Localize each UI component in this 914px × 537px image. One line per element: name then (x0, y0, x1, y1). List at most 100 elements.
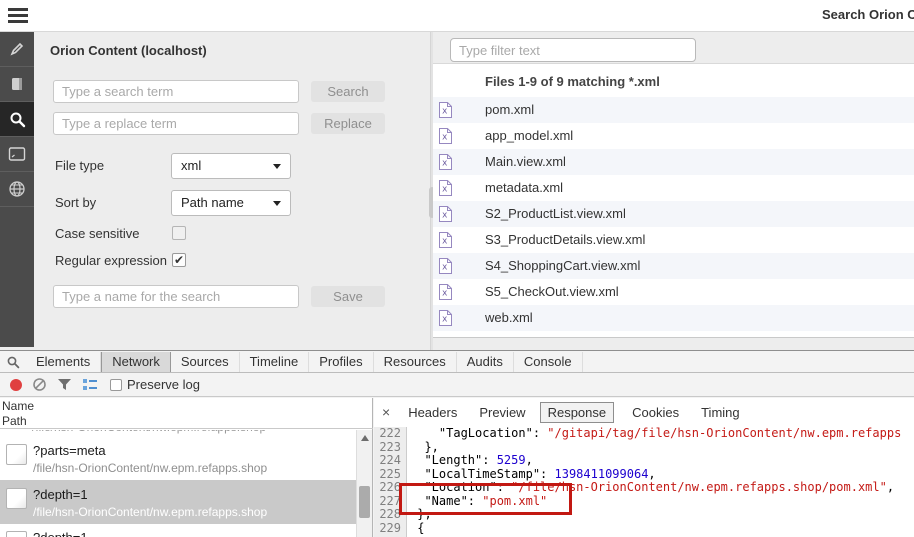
book-icon (12, 78, 22, 90)
case-sensitive-label: Case sensitive (55, 226, 140, 241)
tab-sources[interactable]: Sources (171, 352, 240, 372)
response-body: 222 223 224 225 226 227 228 229 "TagLocation": … (374, 427, 914, 537)
file-type-value: xml (181, 158, 202, 173)
panel-title: Orion Content (localhost) (50, 43, 207, 58)
results-header: Files 1-9 of 9 matching *.xml (485, 74, 660, 89)
request-name: ?depth=1 (33, 486, 88, 502)
preserve-log-label: Preserve log (127, 377, 200, 392)
network-request-row[interactable]: ?depth=1/file/hsn-OrionContent/nw.epm.re… (0, 479, 356, 524)
sidebar-item-edit[interactable] (0, 32, 34, 67)
replace-term-input[interactable] (53, 112, 299, 135)
tab-timeline[interactable]: Timeline (240, 352, 310, 372)
record-button[interactable] (10, 378, 22, 391)
case-sensitive-checkbox[interactable] (172, 226, 186, 240)
file-name[interactable]: metadata.xml (485, 180, 563, 195)
xml-file-icon: x (439, 102, 452, 118)
filter-button[interactable] (57, 378, 72, 391)
file-row[interactable]: x web.xml (433, 305, 914, 331)
save-search-name-input[interactable] (53, 285, 299, 308)
search-term-input[interactable] (53, 80, 299, 103)
file-row[interactable]: x S4_ShoppingCart.view.xml (433, 253, 914, 279)
pencil-icon (10, 42, 24, 56)
file-name[interactable]: S5_CheckOut.view.xml (485, 284, 619, 299)
file-row[interactable]: x S2_ProductList.view.xml (433, 201, 914, 227)
request-detail-panel: × Headers Preview Response Cookies Timing 22… (374, 398, 914, 537)
xml-file-icon: x (439, 310, 452, 326)
search-button[interactable]: Search (311, 81, 385, 102)
tab-console[interactable]: Console (514, 352, 583, 372)
response-code: "TagLocation": "/gitapi/tag/file/hsn-Ori… (410, 427, 902, 535)
detail-tab-response[interactable]: Response (539, 401, 615, 423)
chevron-down-icon (273, 201, 281, 206)
file-name[interactable]: Main.view.xml (485, 154, 566, 169)
save-button[interactable]: Save (311, 286, 385, 307)
preserve-log-toggle[interactable]: Preserve log (110, 377, 200, 392)
tab-elements[interactable]: Elements (26, 352, 102, 372)
detail-tab-timing[interactable]: Timing (697, 403, 744, 422)
network-rows-viewport: /file/hsn-OrionContent/nw.epm.refapps.sh… (0, 430, 373, 537)
file-name[interactable]: app_model.xml (485, 128, 573, 143)
filter-input[interactable] (450, 38, 696, 62)
detail-tab-preview[interactable]: Preview (475, 403, 529, 422)
file-row[interactable]: x S3_ProductDetails.view.xml (433, 227, 914, 253)
devtools-toolbar: Preserve log (0, 373, 914, 397)
svg-text:x: x (442, 185, 448, 195)
sort-by-dropdown[interactable]: Path name (171, 190, 291, 216)
sidebar-item-search[interactable] (0, 102, 34, 137)
sidebar-item-repositories[interactable] (0, 67, 34, 102)
sidebar-item-sites[interactable] (0, 172, 34, 207)
results-panel: Files 1-9 of 9 matching *.xml x pom.xml … (433, 32, 914, 350)
svg-text:x: x (442, 237, 448, 247)
detail-tab-cookies[interactable]: Cookies (628, 403, 683, 422)
document-icon (6, 487, 27, 509)
preserve-log-checkbox[interactable] (110, 378, 122, 391)
devtools-search-icon[interactable] (0, 352, 26, 372)
svg-text:x: x (442, 263, 448, 273)
list-rows-icon (83, 379, 97, 390)
file-row[interactable]: x pom.xml (433, 97, 914, 123)
file-row[interactable]: x metadata.xml (433, 175, 914, 201)
detail-tab-headers[interactable]: Headers (404, 403, 461, 422)
file-row[interactable]: x S5_CheckOut.view.xml (433, 279, 914, 305)
clear-button[interactable] (32, 377, 47, 392)
file-name[interactable]: pom.xml (485, 102, 534, 117)
regex-label: Regular expression (55, 253, 168, 268)
file-type-label: File type (55, 158, 105, 173)
clear-icon (33, 378, 46, 391)
detail-tabbar: × Headers Preview Response Cookies Timing (374, 398, 914, 426)
request-path: /file/hsn-OrionContent/nw.epm.refapps.sh… (33, 504, 268, 519)
replace-button[interactable]: Replace (311, 113, 385, 134)
file-name[interactable]: web.xml (485, 310, 533, 325)
file-list: Files 1-9 of 9 matching *.xml x pom.xml … (433, 63, 914, 338)
tab-audits[interactable]: Audits (457, 352, 514, 372)
file-type-dropdown[interactable]: xml (171, 153, 291, 179)
tab-resources[interactable]: Resources (374, 352, 457, 372)
row-size-toggle[interactable] (82, 378, 98, 391)
search-panel: Orion Content (localhost) Search Replace… (34, 32, 429, 350)
network-request-row[interactable]: ?parts=meta/file/hsn-OrionContent/nw.epm… (0, 436, 356, 480)
network-scrollbar[interactable] (356, 430, 372, 537)
chevron-down-icon (273, 164, 281, 169)
sort-by-value: Path name (181, 195, 244, 210)
sidebar-item-shell[interactable] (0, 137, 34, 172)
file-name[interactable]: S3_ProductDetails.view.xml (485, 232, 645, 247)
file-name[interactable]: S4_ShoppingCart.view.xml (485, 258, 640, 273)
globe-icon (9, 181, 25, 197)
file-row[interactable]: x app_model.xml (433, 123, 914, 149)
file-row[interactable]: x Main.view.xml (433, 149, 914, 175)
close-icon[interactable]: × (382, 405, 390, 419)
network-columns-header[interactable]: Name Path (0, 398, 373, 429)
tab-profiles[interactable]: Profiles (309, 352, 374, 372)
scroll-up-arrow-icon[interactable] (361, 435, 369, 441)
devtools: Elements Network Sources Timeline Profiles Re… (0, 350, 914, 537)
tab-network[interactable]: Network (101, 352, 171, 372)
menu-icon[interactable] (8, 8, 28, 24)
regex-checkbox[interactable]: ✔ (172, 253, 186, 267)
top-bar: Search Orion Cor (0, 0, 914, 32)
file-name[interactable]: S2_ProductList.view.xml (485, 206, 626, 221)
network-request-row[interactable]: ?depth=1 (0, 523, 356, 537)
column-path: Path (2, 414, 27, 428)
svg-text:x: x (442, 211, 448, 221)
scrollbar-thumb[interactable] (359, 486, 370, 518)
request-name: ?parts=meta (33, 443, 106, 458)
